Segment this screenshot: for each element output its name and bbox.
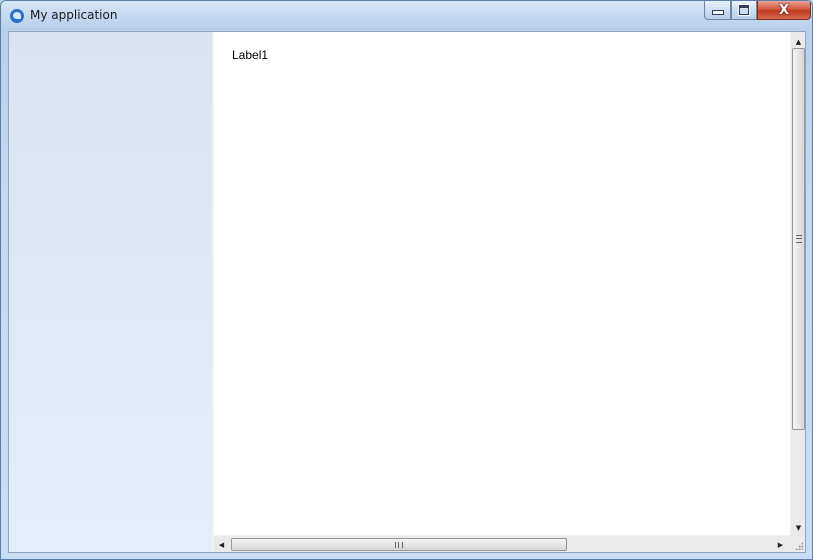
client-area: Label1 ▲ ▼ ◀ ▶: [8, 31, 806, 553]
sidebar-panel: [9, 32, 212, 552]
minimize-button[interactable]: [704, 1, 731, 20]
scroll-right-icon[interactable]: ▶: [773, 537, 788, 552]
content-panel: Label1: [214, 32, 790, 535]
close-button[interactable]: X: [757, 1, 811, 20]
minimize-icon: [711, 10, 724, 15]
scroll-up-icon[interactable]: ▲: [791, 34, 806, 49]
resize-grip-icon[interactable]: [790, 535, 805, 552]
horizontal-scroll-thumb[interactable]: [231, 538, 567, 551]
label1: Label1: [232, 48, 269, 62]
maximize-icon: [739, 5, 749, 15]
scroll-left-icon[interactable]: ◀: [214, 537, 229, 552]
scroll-down-icon[interactable]: ▼: [791, 520, 806, 535]
maximize-button[interactable]: [731, 1, 757, 20]
vertical-scroll-thumb[interactable]: [792, 48, 805, 430]
app-window: My application X Label1 ▲ ▼ ◀ ▶: [0, 0, 813, 560]
close-icon: X: [778, 2, 790, 18]
title-bar[interactable]: My application X: [1, 1, 812, 30]
horizontal-scrollbar[interactable]: ◀ ▶: [214, 535, 790, 552]
vertical-scrollbar[interactable]: ▲ ▼: [790, 32, 805, 535]
grip-icon: [395, 541, 403, 548]
app-icon[interactable]: [10, 9, 24, 23]
grip-icon: [795, 235, 802, 243]
window-title: My application: [30, 8, 118, 22]
